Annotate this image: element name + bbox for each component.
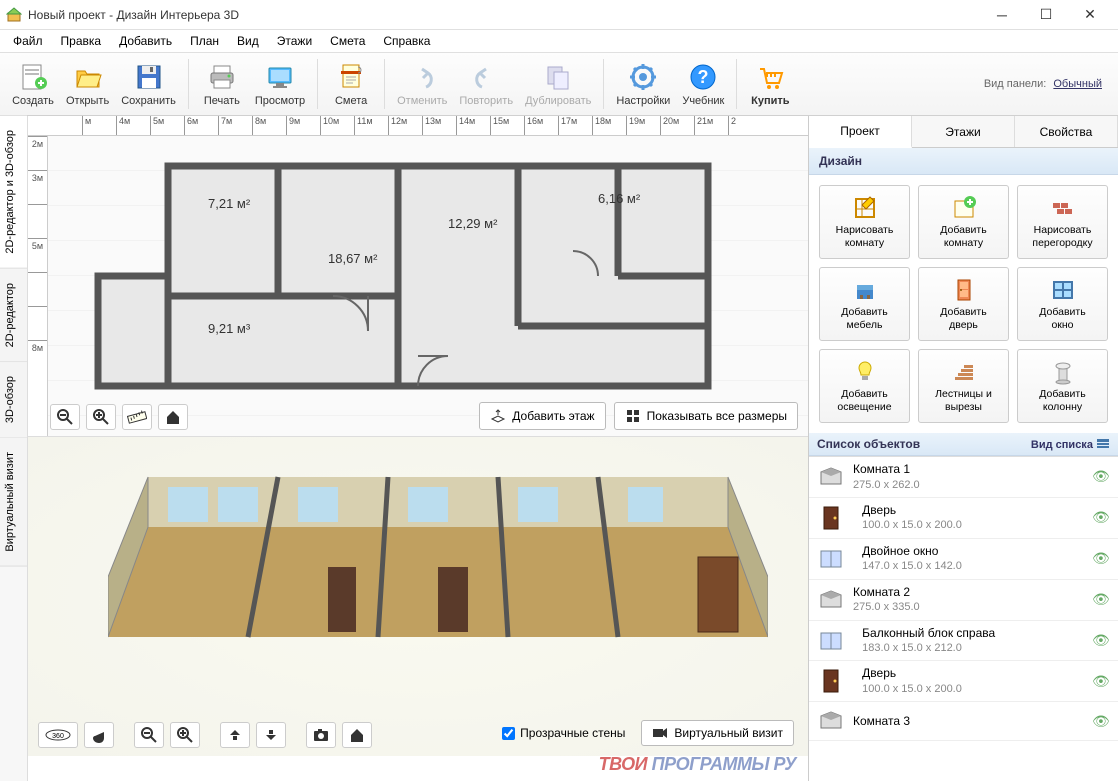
- titlebar: Новый проект - Дизайн Интерьера 3D ─ ☐ ✕: [0, 0, 1118, 30]
- virtual-visit-button[interactable]: Виртуальный визит: [641, 720, 794, 746]
- menu-file[interactable]: Файл: [4, 31, 52, 51]
- menu-plan[interactable]: План: [181, 31, 228, 51]
- zoom-in-3d-icon[interactable]: [170, 722, 200, 748]
- add-floor-button[interactable]: Добавить этаж: [479, 402, 605, 430]
- transparent-walls-checkbox[interactable]: Прозрачные стены: [502, 726, 625, 740]
- home-3d-icon[interactable]: [342, 722, 372, 748]
- preview-button[interactable]: Просмотр: [249, 55, 311, 113]
- watermark: ТВОИ ПРОГРАММЫ РУ: [599, 754, 796, 775]
- svg-text:360: 360: [52, 733, 64, 740]
- object-item-6[interactable]: Комната 3👁: [809, 702, 1118, 741]
- plan-2d-canvas[interactable]: 7,21 м² 18,67 м² 9,21 м³ 12,29 м² 6,16 м…: [48, 136, 808, 436]
- menu-estimate[interactable]: Смета: [321, 31, 374, 51]
- camera-icon[interactable]: [306, 722, 336, 748]
- object-item-2[interactable]: Двойное окно 147.0 x 15.0 x 142.0👁: [809, 539, 1118, 580]
- tool-card-5[interactable]: Добавитьокно: [1017, 267, 1108, 341]
- tool-card-8[interactable]: Добавитьколонну: [1017, 349, 1108, 423]
- estimate-button[interactable]: Смета: [324, 55, 378, 113]
- room-area-3: 9,21 м³: [208, 321, 250, 336]
- print-button[interactable]: Печать: [195, 55, 249, 113]
- tool-card-7[interactable]: Лестницы ивырезы: [918, 349, 1009, 423]
- object-list[interactable]: Комната 1275.0 x 262.0👁 Дверь 100.0 x 15…: [809, 456, 1118, 781]
- menu-add[interactable]: Добавить: [110, 31, 181, 51]
- object-item-5[interactable]: Дверь 100.0 x 15.0 x 200.0👁: [809, 661, 1118, 702]
- pan-icon[interactable]: [84, 722, 114, 748]
- minimize-button[interactable]: ─: [980, 1, 1024, 29]
- ruler-vertical: 2м3м5м8м: [28, 136, 48, 436]
- tab-virtual[interactable]: Виртуальный визит: [0, 438, 27, 567]
- panel-mode-label: Вид панели: Обычный: [984, 78, 1112, 90]
- redo-button[interactable]: Повторить: [453, 55, 519, 113]
- svg-text:?: ?: [698, 67, 709, 87]
- view-3d-canvas[interactable]: 360 Прозрачные стены Виртуальный визит: [28, 436, 808, 756]
- room-area-5: 6,16 м²: [598, 191, 640, 206]
- app-icon: [6, 7, 22, 23]
- right-panel: Проект Этажи Свойства Дизайн Нарисоватьк…: [808, 116, 1118, 781]
- room-area-1: 7,21 м²: [208, 196, 250, 211]
- tool-card-3[interactable]: Добавитьмебель: [819, 267, 910, 341]
- maximize-button[interactable]: ☐: [1024, 1, 1068, 29]
- menu-help[interactable]: Справка: [374, 31, 439, 51]
- up-icon[interactable]: [220, 722, 250, 748]
- visibility-icon[interactable]: 👁: [1092, 468, 1110, 485]
- object-item-4[interactable]: Балконный блок справа 183.0 x 15.0 x 212…: [809, 621, 1118, 662]
- home-icon[interactable]: [158, 404, 188, 430]
- tab-project[interactable]: Проект: [809, 116, 912, 148]
- design-header: Дизайн: [809, 148, 1118, 175]
- zoom-out-icon[interactable]: [50, 404, 80, 430]
- tab-3d[interactable]: 3D-обзор: [0, 362, 27, 438]
- visibility-icon[interactable]: 👁: [1092, 509, 1110, 526]
- object-item-0[interactable]: Комната 1275.0 x 262.0👁: [809, 457, 1118, 498]
- tool-card-2[interactable]: Нарисоватьперегородку: [1017, 185, 1108, 259]
- render-3d: [108, 457, 768, 717]
- duplicate-button[interactable]: Дублировать: [519, 55, 597, 113]
- create-button[interactable]: Создать: [6, 55, 60, 113]
- zoom-out-3d-icon[interactable]: [134, 722, 164, 748]
- tool-card-1[interactable]: Добавитькомнату: [918, 185, 1009, 259]
- ruler-horizontal: м4м5м6м7м8м9м10м11м12м13м14м15м16м17м18м…: [28, 116, 808, 136]
- visibility-icon[interactable]: 👁: [1092, 673, 1110, 690]
- visibility-icon[interactable]: 👁: [1092, 713, 1110, 730]
- rotate-360-icon[interactable]: 360: [38, 722, 78, 748]
- objects-header: Список объектов Вид списка: [809, 433, 1118, 456]
- measure-icon[interactable]: [122, 404, 152, 430]
- menubar: Файл Правка Добавить План Вид Этажи Смет…: [0, 30, 1118, 52]
- room-area-2: 18,67 м²: [328, 251, 377, 266]
- toolbar: Создать Открыть Сохранить Печать Просмот…: [0, 52, 1118, 116]
- menu-edit[interactable]: Правка: [52, 31, 111, 51]
- save-button[interactable]: Сохранить: [115, 55, 182, 113]
- zoom-in-icon[interactable]: [86, 404, 116, 430]
- tutorial-button[interactable]: ?Учебник: [676, 55, 730, 113]
- tab-2d-3d[interactable]: 2D-редактор и 3D-обзор: [0, 116, 27, 269]
- tool-card-0[interactable]: Нарисоватькомнату: [819, 185, 910, 259]
- tab-properties[interactable]: Свойства: [1015, 116, 1118, 147]
- settings-button[interactable]: Настройки: [610, 55, 676, 113]
- open-button[interactable]: Открыть: [60, 55, 115, 113]
- down-icon[interactable]: [256, 722, 286, 748]
- object-item-1[interactable]: Дверь 100.0 x 15.0 x 200.0👁: [809, 498, 1118, 539]
- visibility-icon[interactable]: 👁: [1092, 632, 1110, 649]
- tab-floors[interactable]: Этажи: [912, 116, 1015, 147]
- close-button[interactable]: ✕: [1068, 1, 1112, 29]
- room-area-4: 12,29 м²: [448, 216, 497, 231]
- tool-card-6[interactable]: Добавитьосвещение: [819, 349, 910, 423]
- side-tabs: 2D-редактор и 3D-обзор 2D-редактор 3D-об…: [0, 116, 28, 781]
- undo-button[interactable]: Отменить: [391, 55, 453, 113]
- visibility-icon[interactable]: 👁: [1092, 591, 1110, 608]
- panel-mode-link[interactable]: Обычный: [1053, 78, 1102, 90]
- show-dims-button[interactable]: Показывать все размеры: [614, 402, 798, 430]
- menu-floors[interactable]: Этажи: [268, 31, 321, 51]
- tab-2d[interactable]: 2D-редактор: [0, 269, 27, 362]
- object-item-3[interactable]: Комната 2275.0 x 335.0👁: [809, 580, 1118, 621]
- menu-view[interactable]: Вид: [228, 31, 268, 51]
- list-view-link[interactable]: Вид списка: [1031, 438, 1110, 451]
- tool-card-4[interactable]: Добавитьдверь: [918, 267, 1009, 341]
- window-title: Новый проект - Дизайн Интерьера 3D: [28, 8, 980, 22]
- visibility-icon[interactable]: 👁: [1092, 550, 1110, 567]
- buy-button[interactable]: Купить: [743, 55, 797, 113]
